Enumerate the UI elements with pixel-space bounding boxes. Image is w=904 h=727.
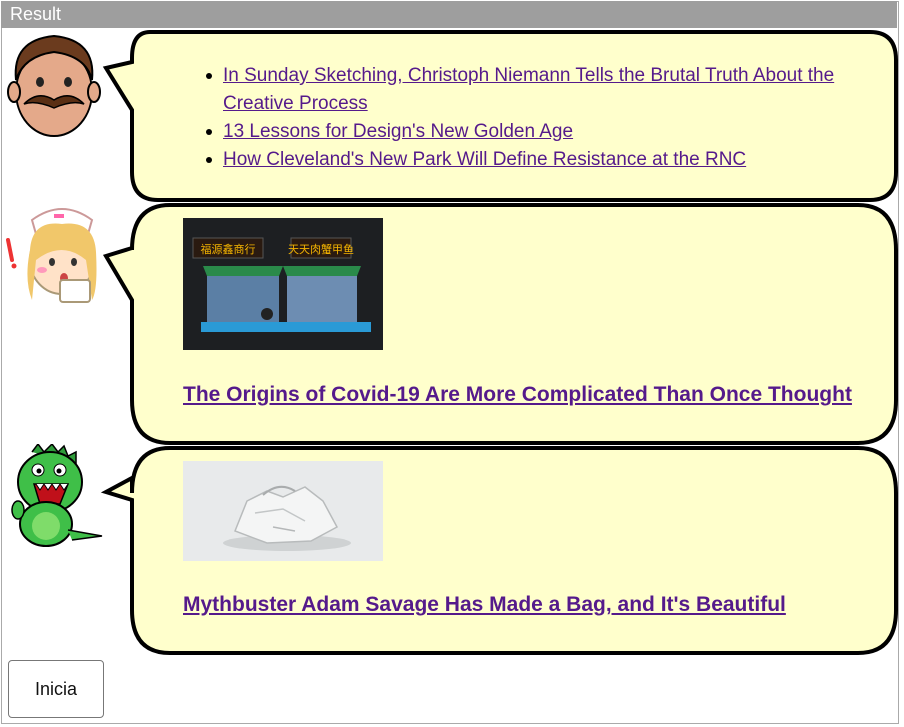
list-item: 13 Lessons for Design's New Golden Age: [206, 118, 863, 146]
nurse-avatar-icon: [2, 200, 106, 310]
list-item: How Cleveland's New Park Will Define Res…: [206, 146, 863, 174]
article-headline-link[interactable]: Mythbuster Adam Savage Has Made a Bag, a…: [183, 593, 786, 616]
article-link[interactable]: 13 Lessons for Design's New Golden Age: [223, 121, 573, 142]
svg-text:天天肉蟹甲鱼: 天天肉蟹甲鱼: [288, 242, 354, 256]
message-2-headline: The Origins of Covid-19 Are More Complic…: [183, 383, 883, 407]
list-item: In Sunday Sketching, Christoph Niemann T…: [206, 62, 863, 118]
covid-market-photo[interactable]: 福源鑫商行 天天肉蟹甲鱼: [183, 218, 383, 350]
article-headline-link[interactable]: The Origins of Covid-19 Are More Complic…: [183, 383, 852, 406]
green-dinosaur-avatar-icon: [2, 442, 106, 554]
article-link-list: In Sunday Sketching, Christoph Niemann T…: [206, 62, 863, 174]
article-link[interactable]: In Sunday Sketching, Christoph Niemann T…: [223, 65, 834, 114]
message-3-headline: Mythbuster Adam Savage Has Made a Bag, a…: [183, 593, 883, 617]
svg-text:福源鑫商行: 福源鑫商行: [201, 242, 256, 256]
article-link[interactable]: How Cleveland's New Park Will Define Res…: [223, 149, 746, 170]
shuttered-market-stall-photo: 福源鑫商行 天天肉蟹甲鱼: [183, 218, 383, 350]
savage-bag-photo[interactable]: [183, 461, 383, 561]
message-1-content: In Sunday Sketching, Christoph Niemann T…: [206, 62, 863, 174]
mustache-man-avatar-icon: [2, 30, 106, 140]
start-button[interactable]: Inicia: [8, 660, 104, 718]
crumpled-white-bag-photo: [183, 461, 383, 561]
